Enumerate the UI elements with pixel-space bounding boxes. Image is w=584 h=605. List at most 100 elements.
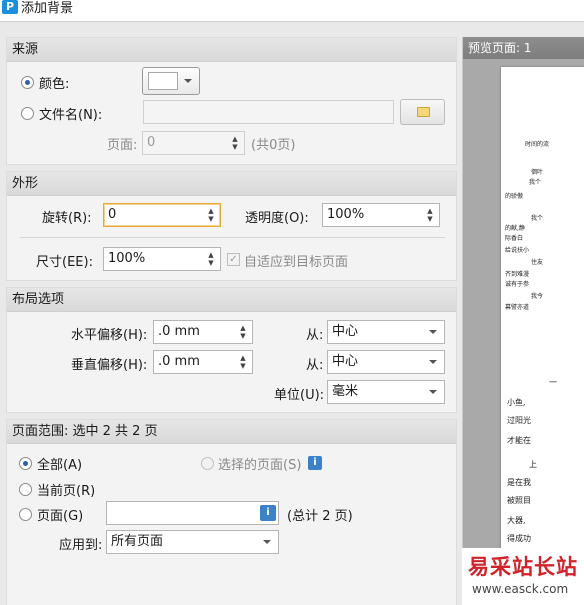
preview-header: 预览页面: 1 <box>463 37 584 59</box>
fit-label: 自适应到目标页面 <box>244 255 349 270</box>
unit-select[interactable]: 毫米 <box>327 380 445 404</box>
stepper-arrows-icon: ▲ ▼ <box>240 354 246 370</box>
page-label: 页面: <box>107 138 138 153</box>
apply-label: 应用到: <box>59 538 103 553</box>
source-header: 来源 <box>7 38 456 62</box>
layout-header: 布局选项 <box>7 288 456 312</box>
watermark: 易采站长站 www.easck.com <box>462 548 584 605</box>
preview-text-line: 被照目 <box>507 496 531 505</box>
size-value: 100% <box>108 251 146 266</box>
source-page-stepper[interactable]: 0 ▲ ▼ <box>142 131 245 155</box>
pages-total: (总计 2 页) <box>287 509 353 524</box>
pages-radio[interactable] <box>19 508 32 521</box>
v-offset-stepper[interactable]: .0 mm ▲ ▼ <box>153 350 253 374</box>
selected-pages-radio[interactable] <box>201 457 214 470</box>
preview-text-line: 时间的流 <box>525 141 550 148</box>
page-total: (共0页) <box>251 138 296 153</box>
stepper-arrows-icon: ▲ ▼ <box>427 207 433 223</box>
unit-label: 单位(U): <box>274 388 325 403</box>
selected-pages-label: 选择的页面(S) <box>218 458 302 473</box>
fit-checkbox[interactable]: ✓ <box>227 253 240 266</box>
preview-text-line: 上 <box>529 460 537 469</box>
h-from-select[interactable]: 中心 <box>327 320 445 344</box>
preview-text-line: 齐到难漫 <box>505 271 530 278</box>
divider <box>20 237 445 238</box>
all-pages-label: 全部(A) <box>37 458 83 473</box>
h-offset-label: 水平偏移(H): <box>71 328 148 343</box>
v-offset-value: .0 mm <box>158 354 200 369</box>
watermark-url: www.easck.com <box>472 582 569 596</box>
color-picker-button[interactable] <box>142 67 200 95</box>
chevron-down-icon <box>184 79 192 83</box>
rotation-stepper[interactable]: 0 ▲ ▼ <box>103 203 221 227</box>
preview-text-line: 的骄傲 <box>505 193 524 200</box>
title-bar: P 添加背景 <box>0 0 584 22</box>
preview-text-line: 我个 <box>531 215 544 222</box>
v-from-value: 中心 <box>332 354 359 369</box>
size-label: 尺寸(EE): <box>36 255 93 270</box>
appearance-header: 外形 <box>7 172 456 196</box>
h-offset-value: .0 mm <box>158 324 200 339</box>
current-page-radio[interactable] <box>19 483 32 496</box>
source-page-value: 0 <box>147 135 156 150</box>
color-swatch <box>148 72 178 90</box>
v-from-select[interactable]: 中心 <box>327 350 445 374</box>
preview-text-line: 一 <box>549 378 557 387</box>
window-title: 添加背景 <box>21 1 74 16</box>
stepper-arrows-icon: ▲ ▼ <box>208 251 214 267</box>
preview-text-line: 过阳光 <box>507 416 531 425</box>
color-label: 颜色: <box>39 77 70 92</box>
stepper-arrows-icon: ▲ ▼ <box>240 324 246 340</box>
preview-text-line: 的献,静 <box>505 225 525 232</box>
preview-text-line: 得成功 <box>507 534 531 543</box>
rotation-value: 0 <box>108 207 117 222</box>
preview-text-line: 大器, <box>507 516 526 525</box>
v-offset-label: 垂直偏移(H): <box>71 358 148 373</box>
preview-pane: 预览页面: 1 时间的流 徊叶 我个 的骄傲 我个 的献,静 际香白 给说扶小 住友 齐到难漫 诚有… <box>462 37 584 605</box>
info-icon[interactable]: i <box>308 456 322 470</box>
size-stepper[interactable]: 100% ▲ ▼ <box>103 247 221 271</box>
chevron-down-icon <box>263 540 271 544</box>
pages-input[interactable]: i <box>106 501 279 525</box>
stepper-arrows-icon: ▲ ▼ <box>208 207 214 223</box>
app-icon: P <box>2 0 18 14</box>
chevron-down-icon <box>429 360 437 364</box>
preview-text-line: 才能在 <box>507 436 531 445</box>
h-from-value: 中心 <box>332 324 359 339</box>
filename-radio[interactable] <box>21 107 34 120</box>
color-radio[interactable] <box>21 76 34 89</box>
opacity-stepper[interactable]: 100% ▲ ▼ <box>322 203 440 227</box>
page-range-header: 页面范围: 选中 2 共 2 页 <box>7 420 456 444</box>
filename-input[interactable] <box>143 100 394 124</box>
filename-label: 文件名(N): <box>39 108 103 123</box>
stepper-arrows-icon: ▲ ▼ <box>232 135 238 151</box>
browse-button[interactable] <box>400 99 445 125</box>
preview-text-line: 我今 <box>531 293 544 300</box>
rotation-label: 旋转(R): <box>42 211 92 226</box>
preview-page: 时间的流 徊叶 我个 的骄傲 我个 的献,静 际香白 给说扶小 住友 齐到难漫 诚有于参 我今 幕譬亦道… <box>501 67 584 581</box>
preview-text-line: 幕譬亦道 <box>505 304 530 311</box>
preview-text-line: 际香白 <box>505 235 524 242</box>
chevron-down-icon <box>429 390 437 394</box>
preview-text-line: 小鱼, <box>507 398 526 407</box>
preview-text-line: 是在我 <box>507 478 531 487</box>
pages-label: 页面(G) <box>37 509 84 524</box>
preview-text-line: 给说扶小 <box>505 247 530 254</box>
watermark-logo: 易采站长站 <box>468 554 578 579</box>
unit-value: 毫米 <box>332 384 359 399</box>
info-icon[interactable]: i <box>260 505 276 521</box>
apply-to-select[interactable]: 所有页面 <box>106 530 279 554</box>
opacity-label: 透明度(O): <box>245 211 309 226</box>
apply-to-value: 所有页面 <box>111 534 164 549</box>
opacity-value: 100% <box>327 207 365 222</box>
current-page-label: 当前页(R) <box>37 484 96 499</box>
folder-icon <box>417 107 430 117</box>
chevron-down-icon <box>429 330 437 334</box>
h-offset-stepper[interactable]: .0 mm ▲ ▼ <box>153 320 253 344</box>
h-from-label: 从: <box>306 328 324 343</box>
preview-text-line: 诚有于参 <box>505 281 530 288</box>
v-from-label: 从: <box>306 358 324 373</box>
preview-text-line: 住友 <box>531 259 544 266</box>
preview-text-line: 我个 <box>529 179 542 186</box>
all-pages-radio[interactable] <box>19 457 32 470</box>
